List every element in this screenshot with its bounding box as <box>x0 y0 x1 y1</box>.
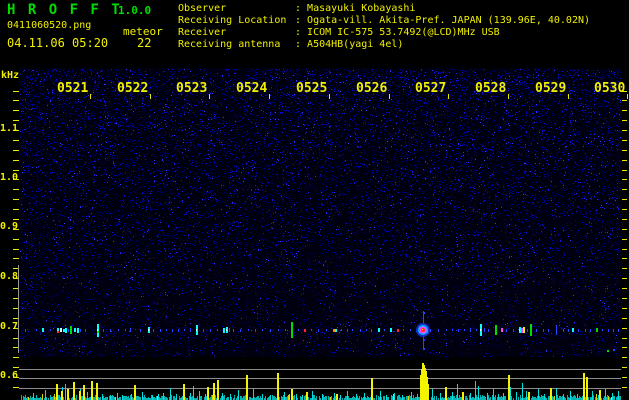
app-title: H R O F F T <box>7 2 122 18</box>
time-label-0522: 0522 <box>117 81 149 96</box>
info-row-observer: Observer: Masayuki Kobayashi <box>178 3 415 15</box>
time-label-0527: 0527 <box>415 81 447 96</box>
time-label-0530: 0530 <box>594 81 626 96</box>
time-label-0526: 0526 <box>356 81 388 96</box>
hrofft-output-screen: H R O F F T 1.0.0 0411060520.png meteor … <box>0 0 629 400</box>
spectrogram-canvas <box>0 0 629 400</box>
info-colon: : <box>295 3 308 14</box>
output-filename: 0411060520.png <box>7 20 92 31</box>
freq-axis-label-1p0: 1.0 <box>0 172 19 183</box>
app-version: 1.0.0 <box>118 4 152 17</box>
info-value: Ogata-vill. Akita-Pref. JAPAN (139.96E, … <box>307 15 591 26</box>
info-row-receiver: Receiver: ICOM IC-575 53.7492(@LCD)MHz U… <box>178 27 500 39</box>
info-colon: : <box>295 15 308 26</box>
time-label-0524: 0524 <box>236 81 268 96</box>
info-value: A504HB(yagi 4el) <box>307 39 404 50</box>
info-colon: : <box>295 39 308 50</box>
info-row-antenna: Receiving antenna: A504HB(yagi 4el) <box>178 39 403 51</box>
time-label-0529: 0529 <box>535 81 567 96</box>
time-label-0528: 0528 <box>475 81 507 96</box>
info-label: Receiver <box>178 27 227 38</box>
info-value: ICOM IC-575 53.7492(@LCD)MHz USB <box>307 27 500 38</box>
freq-axis-label-0p6: 0.6 <box>0 370 19 381</box>
observation-datetime: 04.11.06 05:20 <box>7 36 109 50</box>
time-label-0521: 0521 <box>57 81 89 96</box>
time-label-0525: 0525 <box>296 81 328 96</box>
info-value: Masayuki Kobayashi <box>307 3 416 14</box>
info-label: Receiving antenna <box>178 39 281 50</box>
echo-count: 22 <box>137 36 152 50</box>
info-row-location: Receiving Location: Ogata-vill. Akita-Pr… <box>178 15 590 27</box>
info-label: Observer <box>178 3 227 14</box>
freq-axis-label-0p8: 0.8 <box>0 271 19 282</box>
freq-axis-label-0p7: 0.7 <box>0 321 19 332</box>
freq-axis-label-1p1: 1.1 <box>0 123 19 134</box>
time-label-0523: 0523 <box>176 81 208 96</box>
info-colon: : <box>295 27 308 38</box>
freq-axis-unit: kHz <box>1 70 20 81</box>
info-label: Receiving Location <box>178 15 287 26</box>
freq-axis-label-0p9: 0.9 <box>0 221 19 232</box>
